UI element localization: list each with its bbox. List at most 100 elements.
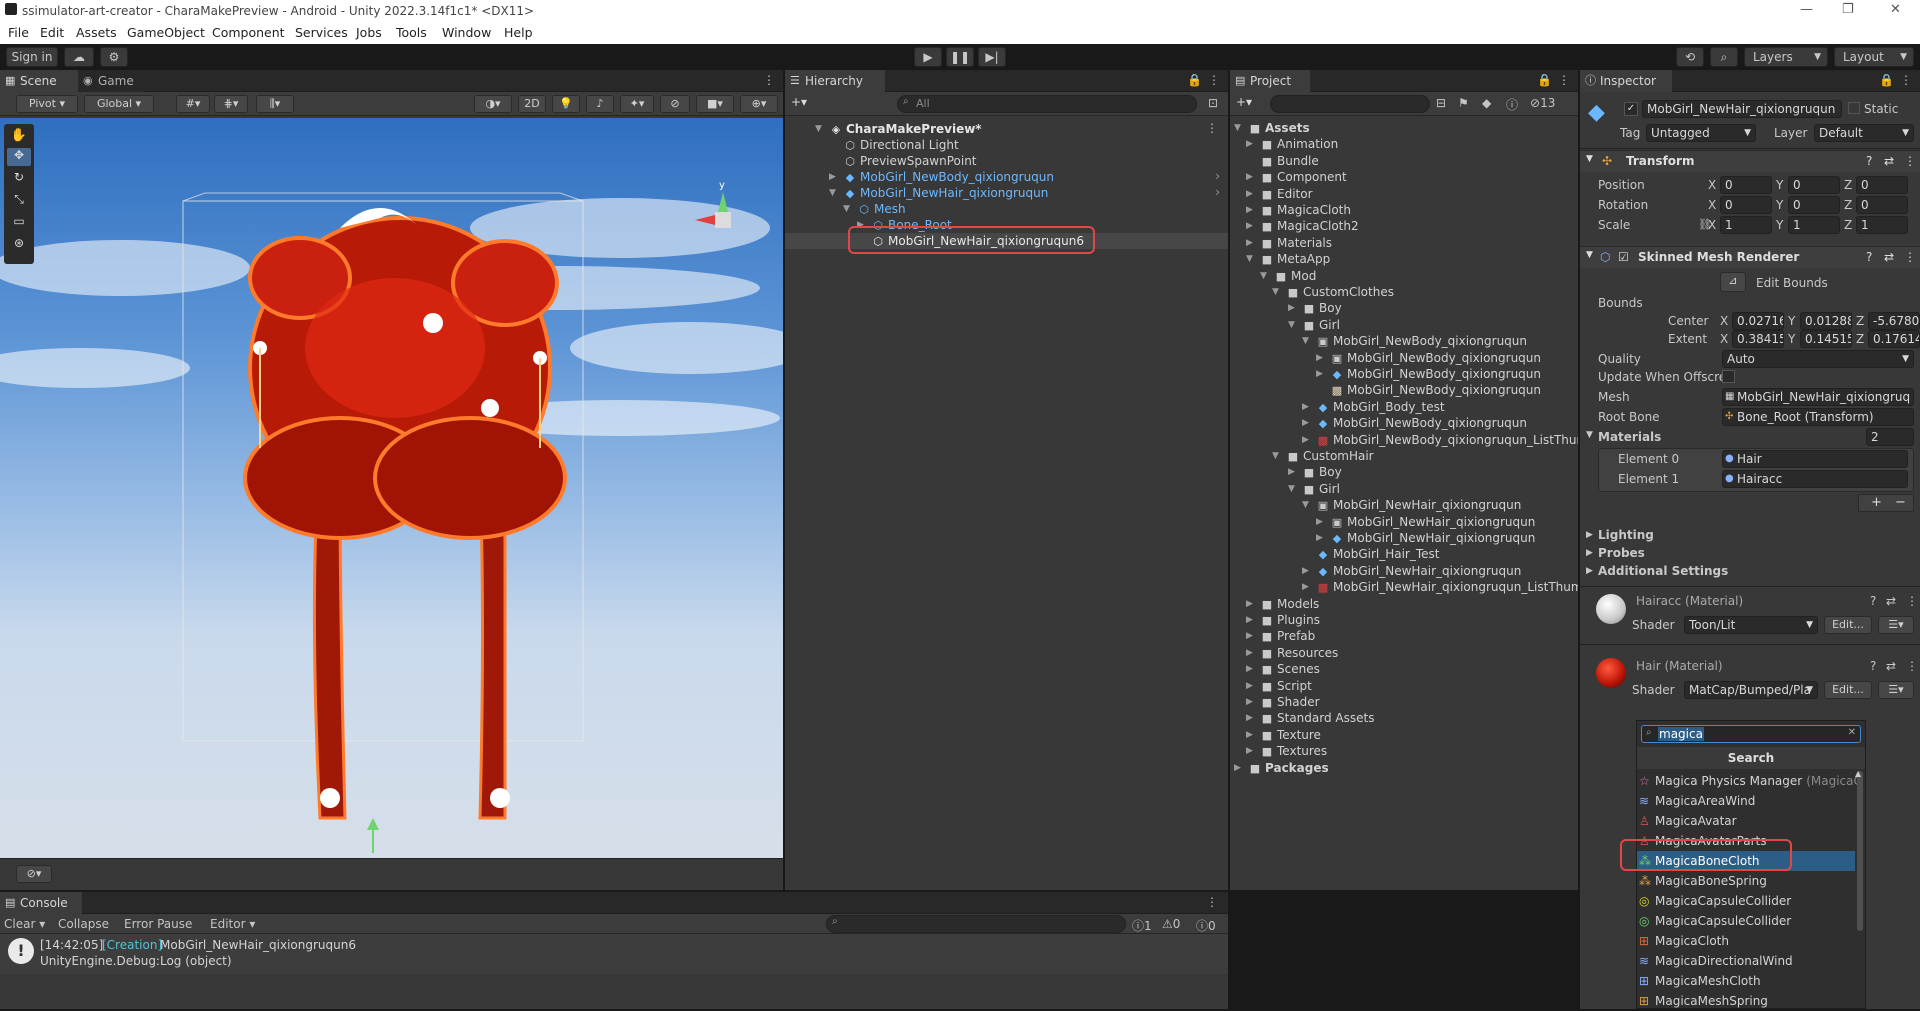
project-item[interactable]: ▼ ▣ MobGirl_NewBody_qixiongruqun xyxy=(1302,333,1527,349)
rotate-tool-icon[interactable]: ↻ xyxy=(7,170,31,188)
project-item[interactable]: ▼ ■ CustomHair xyxy=(1272,448,1374,464)
expand-arrow-icon[interactable]: ▼ xyxy=(815,121,822,137)
expand-arrow-icon[interactable]: ▶ xyxy=(1246,727,1253,743)
expand-arrow-icon[interactable]: ▶ xyxy=(1246,218,1253,234)
more-icon[interactable]: ⋮ xyxy=(1208,73,1220,87)
component-item[interactable]: ♙ MagicaAvatar xyxy=(1637,811,1855,831)
transform-tool-icon[interactable]: ⊛ xyxy=(7,236,31,254)
expand-arrow-icon[interactable]: ▶ xyxy=(1316,514,1323,530)
more-icon[interactable]: ⋮ xyxy=(1558,73,1570,87)
preset-icon[interactable]: ⇄ xyxy=(1886,594,1896,608)
axis-z-field[interactable]: 1 xyxy=(1856,216,1908,234)
menu-component[interactable]: Component xyxy=(212,25,285,40)
more-icon[interactable]: ⋮ xyxy=(763,73,775,87)
help-icon[interactable]: ? xyxy=(1870,594,1876,608)
project-item[interactable]: ▶ ▣ MobGirl_NewHair_qixiongruqun xyxy=(1316,514,1535,530)
expand-arrow-icon[interactable]: ▶ xyxy=(1586,566,1593,576)
hierarchy-item[interactable]: ▼ ◆ MobGirl_NewHair_qixiongruqun xyxy=(829,185,1048,201)
project-item[interactable]: ▼ ■ Girl xyxy=(1288,481,1340,497)
maximize-icon[interactable]: ❐ xyxy=(1842,2,1854,17)
project-item[interactable]: ▼ ■ CustomClothes xyxy=(1272,284,1394,300)
move-tool-icon[interactable]: ✥ xyxy=(7,148,31,166)
project-item[interactable]: ▼ ■ MetaApp xyxy=(1246,251,1330,267)
expand-arrow-icon[interactable]: ▼ xyxy=(829,185,836,201)
enabled-checkbox[interactable]: ☑ xyxy=(1618,250,1629,264)
expand-arrow-icon[interactable]: ▼ xyxy=(1272,284,1279,300)
align-icon[interactable]: ⫼▾ xyxy=(256,95,294,113)
lock-icon[interactable]: 🔒 xyxy=(1187,73,1202,87)
edit-bounds-icon[interactable]: ⊿ xyxy=(1720,272,1746,292)
menu-services[interactable]: Services xyxy=(295,25,348,40)
axis-z-field[interactable]: -5.6780 xyxy=(1868,312,1920,330)
log-entry[interactable]: ! [14:42:05] [Creation] MobGirl_NewHair_… xyxy=(0,934,1228,974)
project-item[interactable]: ▶ ■ Resources xyxy=(1246,645,1338,661)
filter-label-icon[interactable]: ⚑ xyxy=(1458,96,1469,110)
layout-dropdown[interactable]: Layout ▼ xyxy=(1834,47,1914,67)
menu-tools[interactable]: Tools xyxy=(396,25,427,40)
close-icon[interactable]: ✕ xyxy=(1890,2,1901,17)
more-icon[interactable]: ⋮ xyxy=(1206,895,1218,909)
project-item[interactable]: ▶ ◆ MobGirl_NewHair_qixiongruqun xyxy=(1302,563,1521,579)
update-offscreen-checkbox[interactable] xyxy=(1722,370,1735,383)
expand-arrow-icon[interactable]: ▶ xyxy=(1246,694,1253,710)
expand-arrow-icon[interactable]: ▶ xyxy=(1246,202,1253,218)
expand-arrow-icon[interactable]: ▶ xyxy=(1316,350,1323,366)
element1-field[interactable]: ● Hairacc xyxy=(1722,470,1908,488)
expand-arrow-icon[interactable]: ▶ xyxy=(1316,530,1323,546)
static-checkbox[interactable] xyxy=(1848,102,1860,114)
project-item[interactable]: ▶ ■ Animation xyxy=(1246,136,1338,152)
project-item[interactable]: ▼ ▣ MobGirl_NewHair_qixiongruqun xyxy=(1302,497,1521,513)
project-item[interactable]: ▼ ■ Assets xyxy=(1234,120,1310,136)
expand-arrow-icon[interactable]: ▶ xyxy=(1246,235,1253,251)
scale-tool-icon[interactable]: ⤡ xyxy=(7,192,31,210)
transform-header[interactable]: ▼ ✣ Transform ? ⇄ ⋮ xyxy=(1580,150,1920,172)
expand-arrow-icon[interactable]: ▶ xyxy=(1316,366,1323,382)
axis-x-field[interactable]: 1 xyxy=(1720,216,1772,234)
create-button[interactable]: +▾ xyxy=(1236,95,1260,109)
component-item[interactable]: ◎ MagicaCapsuleCollider xyxy=(1637,891,1855,911)
project-item[interactable]: ▶ ■ MagicaCloth2 xyxy=(1246,218,1359,234)
camera-icon[interactable]: ■▾ xyxy=(696,95,734,113)
scroll-up-icon[interactable]: ▲ xyxy=(1855,769,1861,778)
component-item[interactable]: ⊞ MagicaMeshSpring xyxy=(1637,991,1855,1011)
project-item[interactable]: ▶ ■ Texture xyxy=(1246,727,1321,743)
quality-dropdown[interactable]: Auto ▼ xyxy=(1722,350,1914,368)
more-icon[interactable]: ⋮ xyxy=(1904,250,1916,264)
component-item[interactable]: ≋ MagicaDirectionalWind xyxy=(1637,951,1855,971)
tab-game[interactable]: ◉ Game xyxy=(78,70,144,92)
project-item[interactable]: ▶ ▩ MobGirl_NewHair_qixiongruqun_ListThumb… xyxy=(1302,579,1578,595)
more-icon[interactable]: ⋮ xyxy=(1900,73,1912,87)
edit-shader-button[interactable]: Edit... xyxy=(1824,616,1872,634)
expand-arrow-icon[interactable]: ▶ xyxy=(1246,710,1253,726)
component-search-input[interactable]: ⌕ magica ✕ xyxy=(1641,725,1861,743)
project-item[interactable]: ▶ ◆ MobGirl_NewBody_qixiongruqun xyxy=(1316,366,1541,382)
expand-arrow-icon[interactable]: ▶ xyxy=(1288,464,1295,480)
expand-arrow-icon[interactable]: ▶ xyxy=(1246,169,1253,185)
expand-arrow-icon[interactable]: ▼ xyxy=(1288,481,1295,497)
sign-in-button[interactable]: Sign in xyxy=(6,47,58,67)
axis-x-field[interactable]: 0 xyxy=(1720,196,1772,214)
toggle-2d-button[interactable]: 2D xyxy=(518,95,546,113)
filter-type-icon[interactable]: ⊟ xyxy=(1436,96,1446,110)
component-item[interactable]: ≋ MagicaAreaWind xyxy=(1637,791,1855,811)
component-item[interactable]: ⊞ MagicaCloth xyxy=(1637,931,1855,951)
project-item[interactable]: ◆ MobGirl_Hair_Test xyxy=(1316,546,1440,562)
remove-element-icon[interactable]: − xyxy=(1895,495,1906,511)
axis-z-field[interactable]: 0 xyxy=(1856,176,1908,194)
axis-x-field[interactable]: 0.02716 xyxy=(1732,312,1784,330)
filter-tag-icon[interactable]: ◆ xyxy=(1482,96,1491,110)
project-item[interactable]: ▩ MobGirl_NewBody_qixiongruqun xyxy=(1330,382,1541,398)
expand-arrow-icon[interactable]: ▶ xyxy=(1288,300,1295,316)
axis-z-field[interactable]: 0.17614 xyxy=(1868,330,1920,348)
error-pause-button[interactable]: Error Pause xyxy=(124,917,192,931)
component-item[interactable]: ⁂ MagicaBoneSpring xyxy=(1637,871,1855,891)
create-button[interactable]: +▾ xyxy=(791,95,815,109)
project-item[interactable]: ▶ ◆ MobGirl_Body_test xyxy=(1302,399,1445,415)
menu-edit[interactable]: Edit xyxy=(40,25,64,40)
expand-arrow-icon[interactable]: ▶ xyxy=(1246,743,1253,759)
axis-z-field[interactable]: 0 xyxy=(1856,196,1908,214)
cloud-icon[interactable]: ☁ xyxy=(64,47,94,67)
project-item[interactable]: ▶ ■ Plugins xyxy=(1246,612,1320,628)
hidden-count-icon[interactable]: ⊘13 xyxy=(1530,96,1555,110)
project-item[interactable]: ▶ ■ Component xyxy=(1246,169,1347,185)
